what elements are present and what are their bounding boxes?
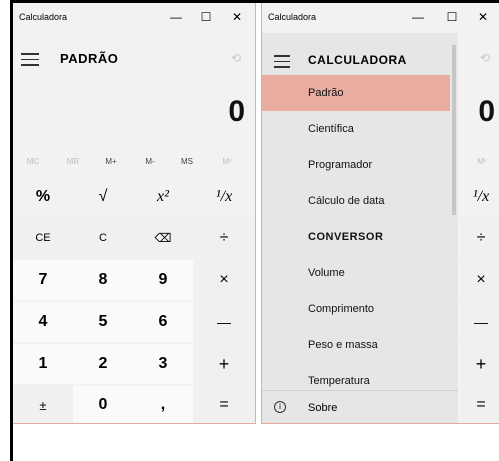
menu-item-standard[interactable]: Padrão — [262, 75, 450, 111]
digit-1-button[interactable]: 1 — [13, 344, 73, 384]
divide-button[interactable]: ÷ — [193, 218, 255, 258]
clear-button[interactable]: C — [73, 218, 133, 258]
memory-subtract-button[interactable]: M- — [136, 157, 164, 166]
menu-item-label: Peso e massa — [308, 339, 378, 351]
menu-item-scientific[interactable]: Científica — [262, 111, 450, 147]
menu-item-weight-mass[interactable]: Peso e massa — [262, 327, 450, 363]
minimize-button[interactable]: — — [408, 7, 428, 27]
about-button[interactable]: i Sobre — [262, 390, 458, 423]
navigation-menu: CALCULADORA Padrão Científica Programado… — [262, 33, 450, 423]
multiply-button[interactable]: × — [462, 260, 499, 300]
menu-item-label: Padrão — [308, 87, 344, 99]
menu-item-label: Cálculo de data — [308, 195, 385, 207]
multiply-button[interactable]: × — [193, 260, 255, 300]
digit-9-button[interactable]: 9 — [133, 260, 193, 300]
close-button[interactable]: ✕ — [473, 7, 493, 27]
reciprocal-button[interactable]: ¹/x — [193, 178, 255, 216]
menu-scrollbar[interactable] — [450, 33, 458, 393]
clear-entry-button[interactable]: CE — [13, 218, 73, 258]
divide-button[interactable]: ÷ — [462, 218, 499, 258]
digit-4-button[interactable]: 4 — [13, 302, 73, 342]
menu-item-label: Comprimento — [308, 303, 375, 315]
title-bar[interactable]: Calculadora — ☐ ✕ — [13, 3, 255, 33]
title-bar[interactable]: Calculadora — ☐ ✕ — [262, 3, 499, 33]
minimize-button[interactable]: — — [166, 7, 186, 27]
percent-button[interactable]: % — [13, 178, 73, 216]
memory-store-button[interactable]: MS — [173, 157, 201, 166]
digit-6-button[interactable]: 6 — [133, 302, 193, 342]
calculator-window-standard: Calculadora — ☐ ✕ PADRÃO ⟲ 0 MC MR M+ M-… — [13, 3, 256, 424]
menu-section-calculator: CALCULADORA — [308, 53, 407, 67]
square-root-button[interactable]: √ — [73, 178, 133, 216]
digit-2-button[interactable]: 2 — [73, 344, 133, 384]
scrollbar-thumb[interactable] — [452, 45, 456, 215]
menu-item-volume[interactable]: Volume — [262, 255, 450, 291]
add-button[interactable]: + — [462, 344, 499, 384]
reciprocal-button[interactable]: ¹/x — [462, 178, 499, 216]
window-title: Calculadora — [19, 12, 68, 22]
digit-0-button[interactable]: 0 — [73, 386, 133, 423]
decimal-button[interactable]: , — [133, 386, 193, 423]
hamburger-menu-icon[interactable] — [274, 55, 290, 72]
hamburger-menu-icon[interactable] — [21, 53, 39, 67]
digit-3-button[interactable]: 3 — [133, 344, 193, 384]
result-display: 0 — [228, 95, 245, 128]
menu-item-date-calculation[interactable]: Cálculo de data — [262, 183, 450, 219]
equals-button[interactable]: = — [462, 386, 499, 423]
memory-clear-button: MC — [26, 157, 40, 166]
square-button[interactable]: x² — [133, 178, 193, 216]
menu-item-label: Programador — [308, 159, 373, 171]
digit-7-button[interactable]: 7 — [13, 260, 73, 300]
subtract-button[interactable]: — — [193, 302, 255, 342]
backspace-button[interactable]: ⌫ — [133, 218, 193, 258]
history-icon[interactable]: ⟲ — [231, 51, 241, 65]
calculator-header: PADRÃO ⟲ — [13, 33, 255, 73]
menu-item-label: Científica — [308, 123, 354, 135]
negate-button[interactable]: ± — [13, 386, 73, 423]
maximize-button[interactable]: ☐ — [442, 7, 462, 27]
digit-5-button[interactable]: 5 — [73, 302, 133, 342]
add-button[interactable]: + — [193, 344, 255, 384]
info-icon: i — [274, 401, 286, 413]
equals-button[interactable]: = — [193, 386, 255, 423]
digit-8-button[interactable]: 8 — [73, 260, 133, 300]
menu-section-converter: CONVERSOR — [262, 219, 450, 255]
menu-item-label: Temperatura — [308, 375, 370, 387]
history-icon[interactable]: ⟲ — [480, 51, 490, 65]
about-label: Sobre — [308, 402, 338, 414]
memory-row: MC MR M+ M- MS Mᵛ — [13, 153, 255, 171]
menu-item-length[interactable]: Comprimento — [262, 291, 450, 327]
menu-item-programmer[interactable]: Programador — [262, 147, 450, 183]
memory-recall-button: MR — [66, 157, 80, 166]
subtract-button[interactable]: — — [462, 302, 499, 342]
memory-add-button[interactable]: M+ — [97, 157, 125, 166]
menu-section-label: CONVERSOR — [308, 231, 384, 243]
mode-title: PADRÃO — [60, 51, 119, 66]
window-title: Calculadora — [268, 12, 317, 22]
memory-list-button: Mᵛ — [477, 157, 487, 166]
memory-list-button: Mᵛ — [222, 157, 232, 166]
menu-item-label: Volume — [308, 267, 345, 279]
maximize-button[interactable]: ☐ — [196, 7, 216, 27]
calculator-window-menu-open: Calculadora — ☐ ✕ ⟲ 0 Mᵛ ¹/x ÷ × — + = C… — [261, 3, 499, 424]
close-button[interactable]: ✕ — [227, 7, 247, 27]
result-display: 0 — [478, 95, 495, 128]
